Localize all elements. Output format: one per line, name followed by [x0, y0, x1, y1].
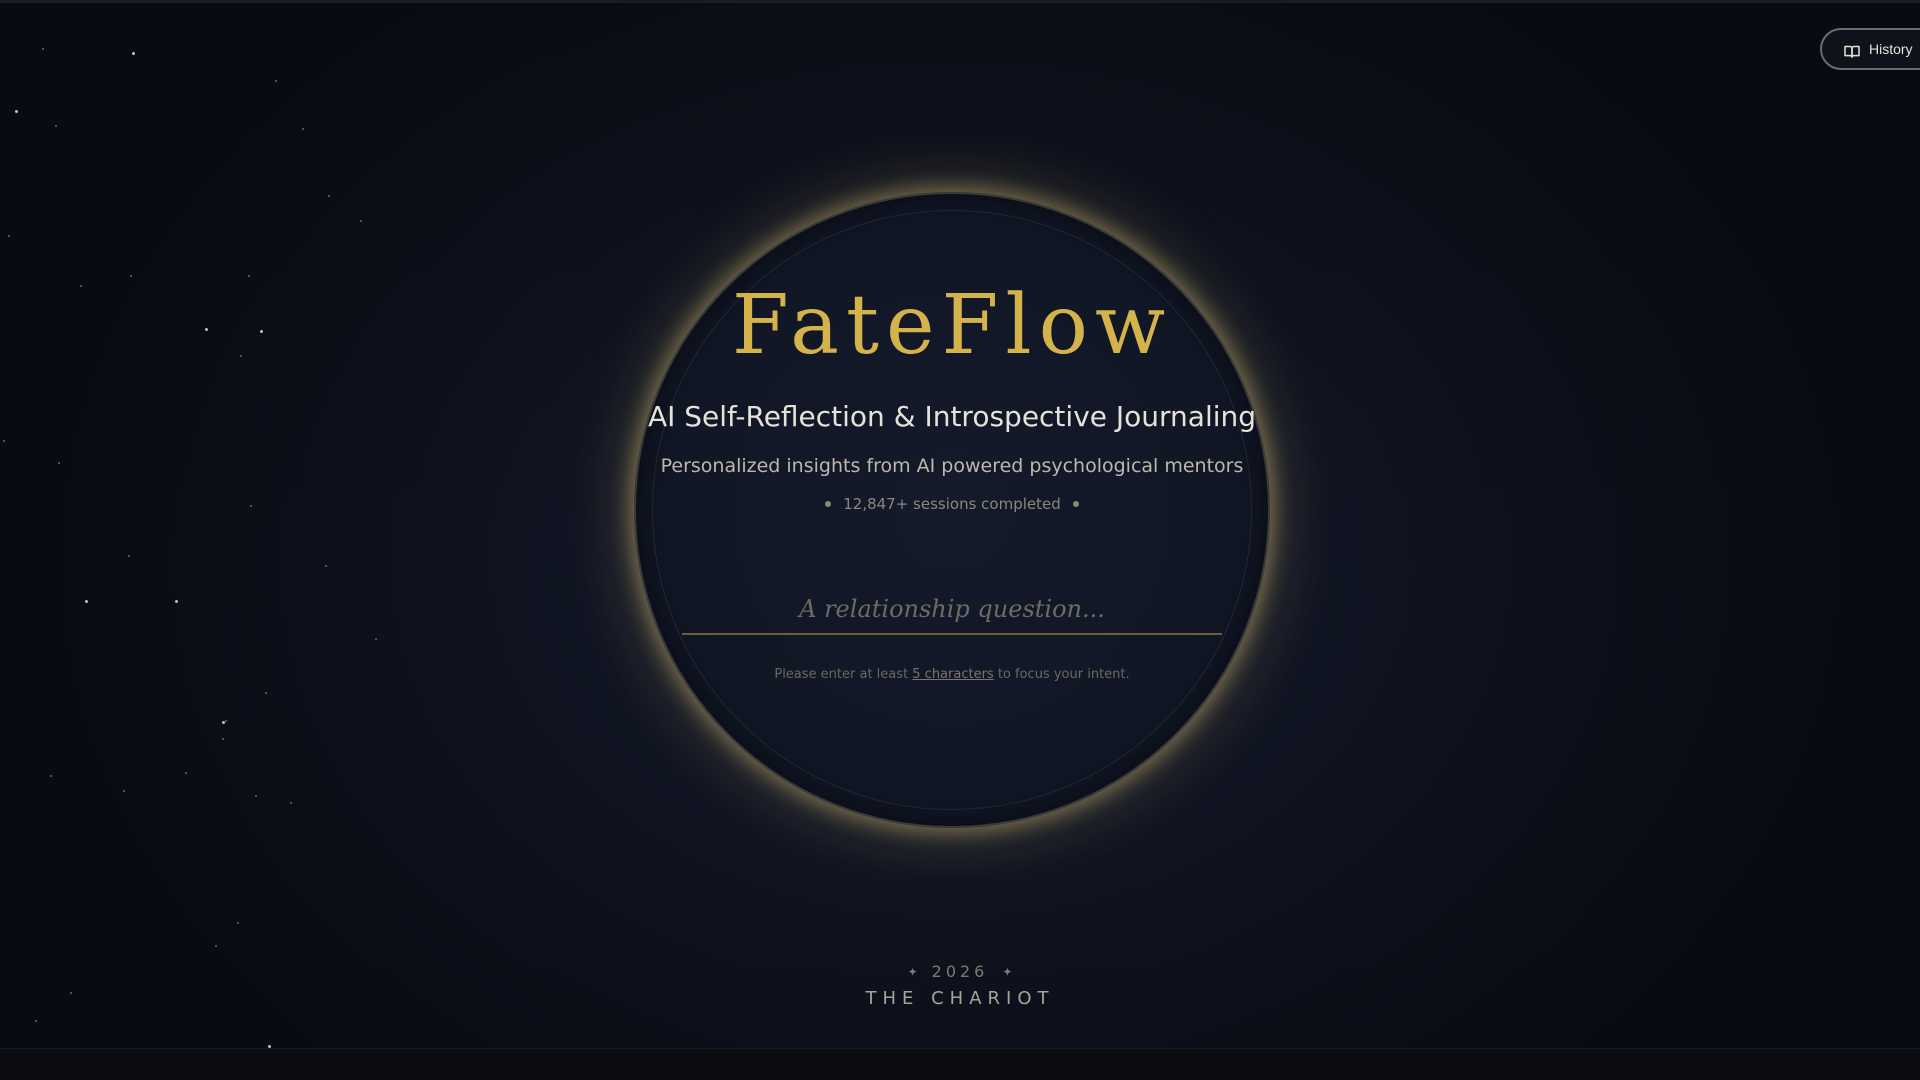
star — [58, 462, 60, 464]
star — [130, 275, 132, 277]
star — [222, 738, 224, 740]
star — [15, 110, 18, 113]
star — [265, 692, 267, 694]
star — [3, 440, 5, 442]
hint-prefix: Please enter at least — [774, 667, 913, 682]
star — [260, 330, 263, 333]
star — [275, 80, 277, 82]
star — [128, 555, 130, 557]
star — [290, 802, 292, 804]
tarot-card-name: THE CHARIOT — [865, 988, 1055, 1009]
input-hint: Please enter at least 5 characters to fo… — [634, 667, 1270, 682]
star — [215, 945, 217, 947]
star — [175, 600, 178, 603]
star — [302, 128, 304, 130]
app-logo: FateFlow — [731, 278, 1173, 373]
star — [123, 790, 125, 792]
tagline: Personalized insights from AI powered ps… — [660, 455, 1244, 477]
star — [42, 48, 44, 50]
hint-min-characters: 5 characters — [912, 667, 994, 682]
star — [240, 355, 242, 357]
star — [325, 565, 327, 567]
star — [237, 922, 239, 924]
top-edge — [0, 0, 1920, 3]
star — [248, 275, 250, 277]
star — [255, 795, 257, 797]
history-button[interactable]: History — [1820, 28, 1920, 70]
star — [55, 125, 57, 127]
sparkle-icon: ✦ — [1002, 964, 1013, 979]
sessions-counter: 12,847+ sessions completed — [634, 495, 1270, 513]
star — [185, 772, 187, 774]
book-icon — [1844, 43, 1860, 58]
star — [360, 220, 362, 222]
star — [328, 195, 330, 197]
hint-suffix: to focus your intent. — [993, 667, 1130, 682]
history-label: History — [1869, 41, 1913, 57]
page-subtitle: AI Self-Reflection & Introspective Journ… — [647, 400, 1257, 433]
star — [50, 775, 52, 777]
star — [35, 1020, 37, 1022]
star — [222, 721, 225, 724]
star — [205, 328, 208, 331]
footer-year: 2026 — [931, 962, 989, 981]
star — [8, 235, 10, 237]
sparkle-icon: ✦ — [907, 964, 918, 979]
star — [250, 505, 252, 507]
sessions-text: 12,847+ sessions completed — [843, 495, 1061, 513]
star — [375, 638, 377, 640]
bullet-left — [825, 501, 832, 507]
footer-year-line: ✦ 2026 ✦ — [760, 962, 1160, 981]
star — [132, 52, 135, 55]
star — [70, 992, 72, 994]
star — [80, 285, 82, 287]
star — [225, 720, 227, 722]
star — [85, 600, 88, 603]
question-input[interactable] — [682, 585, 1222, 635]
app-background: History FateFlow AI Self-Reflection & In… — [0, 0, 1920, 1080]
bullet-right — [1072, 501, 1079, 507]
bottom-bar — [0, 1048, 1920, 1080]
